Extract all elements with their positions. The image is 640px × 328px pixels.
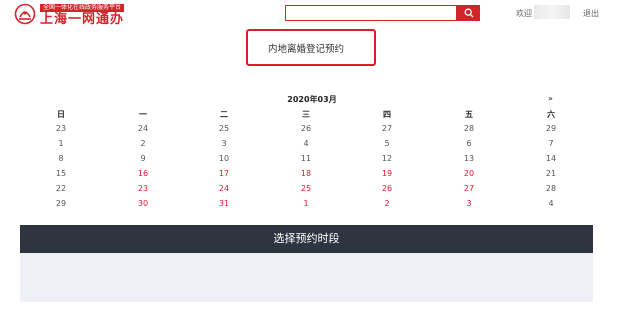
- calendar-day: 29: [55, 199, 67, 208]
- calendar-day: 4: [548, 199, 554, 208]
- calendar-day: 9: [140, 154, 146, 163]
- calendar-day-available[interactable]: 2: [372, 199, 402, 209]
- calendar-day-available[interactable]: 18: [291, 169, 321, 179]
- calendar-day: 10: [218, 154, 230, 163]
- calendar-day-available[interactable]: 3: [454, 199, 484, 209]
- calendar-day: 23: [55, 124, 67, 133]
- calendar-day-available[interactable]: 24: [209, 184, 239, 194]
- calendar-day: 26: [300, 124, 312, 133]
- username-redacted: [534, 5, 570, 19]
- weekday-thu: 四: [383, 110, 391, 119]
- calendar-day-available[interactable]: 31: [209, 199, 239, 209]
- calendar-day: 27: [381, 124, 393, 133]
- logo-emblem-icon: [14, 3, 36, 25]
- calendar-day: 2: [140, 139, 146, 148]
- calendar-day-available[interactable]: 1: [291, 199, 321, 209]
- calendar-day: 28: [463, 124, 475, 133]
- calendar-day: 4: [303, 139, 309, 148]
- calendar-header: 2020年03月 »: [0, 94, 640, 106]
- calendar-day: 24: [137, 124, 149, 133]
- calendar-day: 6: [466, 139, 472, 148]
- calendar-day-available[interactable]: 30: [128, 199, 158, 209]
- service-title: 内地离婚登记预约: [268, 44, 345, 55]
- logo-name: 上海一网通办: [40, 12, 125, 27]
- calendar-day: 1: [58, 139, 64, 148]
- calendar-day: 22: [55, 184, 67, 193]
- welcome-text: 欢迎: [516, 9, 532, 18]
- calendar-day-available[interactable]: 19: [372, 169, 402, 179]
- calendar-day: 8: [58, 154, 64, 163]
- calendar-day: 13: [463, 154, 475, 163]
- service-title-box: 内地离婚登记预约: [246, 29, 376, 66]
- calendar-day: 7: [548, 139, 554, 148]
- weekday-wed: 三: [302, 110, 310, 119]
- logo-subtitle: 全国一体化在线政务服务平台: [40, 4, 125, 12]
- calendar-day: 21: [545, 169, 557, 178]
- weekday-sat: 六: [547, 110, 555, 119]
- calendar-month: 2020年03月: [287, 95, 337, 104]
- time-slot-panel: [20, 253, 593, 302]
- calendar-day-available[interactable]: 25: [291, 184, 321, 194]
- search-input[interactable]: [285, 5, 457, 21]
- calendar-day-available[interactable]: 16: [128, 169, 158, 179]
- calendar-day: 25: [218, 124, 230, 133]
- next-month-button[interactable]: »: [548, 94, 553, 103]
- calendar-day: 14: [545, 154, 557, 163]
- calendar-day: 12: [381, 154, 393, 163]
- weekday-tue: 二: [220, 110, 228, 119]
- calendar-day: 11: [300, 154, 312, 163]
- calendar-day-available[interactable]: 27: [454, 184, 484, 194]
- logout-link[interactable]: 退出: [583, 8, 599, 19]
- header: 全国一体化在线政务服务平台 上海一网通办 欢迎 退出: [0, 0, 640, 30]
- calendar-day: 29: [545, 124, 557, 133]
- calendar-day: 5: [384, 139, 390, 148]
- time-slot-header: 选择预约时段: [20, 225, 593, 253]
- weekday-fri: 五: [465, 110, 473, 119]
- weekday-sun: 日: [57, 110, 65, 119]
- calendar-day: 3: [221, 139, 227, 148]
- calendar-day-available[interactable]: 23: [128, 184, 158, 194]
- calendar-day: 15: [55, 169, 67, 178]
- calendar-day: 28: [545, 184, 557, 193]
- calendar-day-available[interactable]: 26: [372, 184, 402, 194]
- logo[interactable]: 全国一体化在线政务服务平台 上海一网通办: [14, 3, 164, 27]
- calendar-day-available[interactable]: 20: [454, 169, 484, 179]
- search-button[interactable]: [457, 5, 480, 21]
- calendar-day-available[interactable]: 17: [209, 169, 239, 179]
- weekday-mon: 一: [139, 110, 147, 119]
- search-icon: [464, 8, 473, 18]
